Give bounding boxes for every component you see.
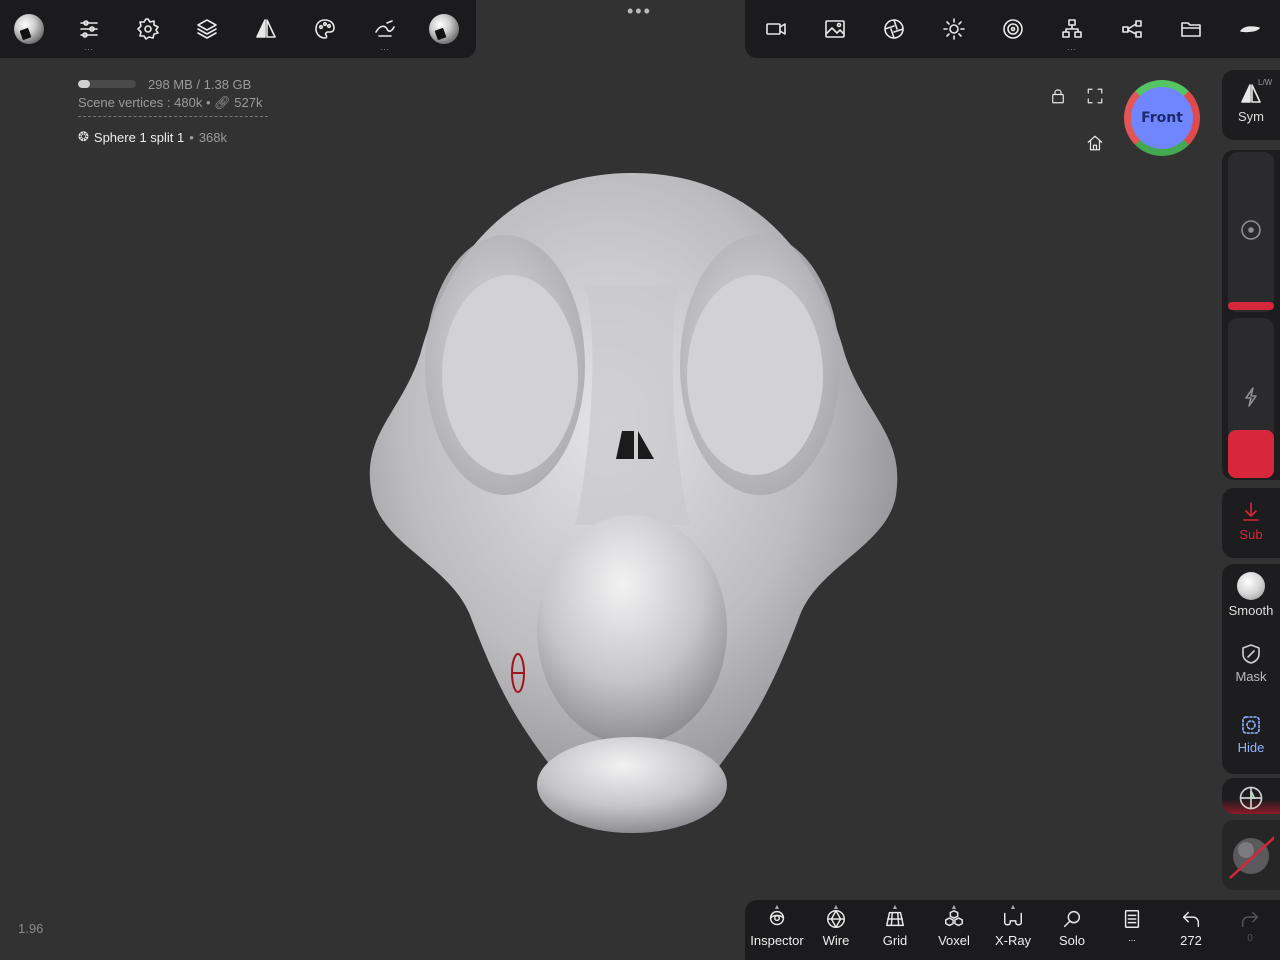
fullscreen-icon[interactable] <box>1083 84 1107 108</box>
sym-label: Sym <box>1238 109 1264 124</box>
top-right-toolbar: ... <box>745 0 1280 58</box>
more-indicator: ... <box>380 43 390 52</box>
xray-button[interactable]: ▲ X-Ray <box>983 904 1043 948</box>
xray-label: X-Ray <box>994 933 1032 948</box>
stroke-icon[interactable]: ... <box>366 10 404 52</box>
light-icon[interactable] <box>935 10 973 48</box>
background-image-icon[interactable] <box>816 10 854 48</box>
caret-up-icon: ▲ <box>832 904 840 911</box>
lock-icon[interactable] <box>1046 84 1070 108</box>
grid-button[interactable]: ▲ Grid <box>865 904 925 948</box>
redo-button[interactable]: 0 <box>1220 908 1280 944</box>
scene-vertices: Scene vertices : 480k • 🔗︎ 527k <box>78 95 263 110</box>
gizmo-face-label[interactable]: Front <box>1131 87 1193 149</box>
more-menu-dots[interactable]: ••• <box>627 2 652 20</box>
bottom-toolbar: ▲ Inspector ▲ Wire ▲ Grid ▲ Voxel ▲ X-Ra… <box>745 900 1280 960</box>
smooth-label: Smooth <box>1228 603 1274 618</box>
wire-button[interactable]: ▲ Wire <box>806 904 866 948</box>
caret-up-icon: ▲ <box>1009 904 1017 911</box>
sculpt-model[interactable] <box>360 165 905 840</box>
camera-icon[interactable] <box>757 10 795 48</box>
solo-label: Solo <box>1058 933 1086 948</box>
material-preview-icon[interactable] <box>1228 830 1279 880</box>
sub-label: Sub <box>1239 527 1263 542</box>
caret-up-icon: ▲ <box>773 904 781 911</box>
more-indicator: ... <box>1067 43 1077 52</box>
mask-label: Mask <box>1235 669 1267 684</box>
matcap-icon[interactable] <box>994 10 1032 48</box>
intensity-icon <box>1239 385 1263 409</box>
tool-settings-icon[interactable]: ... <box>70 10 108 52</box>
radius-slider-handle[interactable] <box>1228 302 1274 310</box>
memory-usage-bar <box>78 80 136 88</box>
sub-button[interactable]: Sub <box>1222 500 1280 542</box>
undo-button[interactable]: 272 <box>1161 908 1221 948</box>
more-label: ... <box>1128 933 1136 943</box>
app-menu-icon[interactable] <box>1231 10 1269 48</box>
hide-button[interactable]: Hide <box>1222 713 1280 755</box>
active-object[interactable]: ❂ Sphere 1 split 1 • 368k <box>78 129 268 145</box>
right-sidebar: Sym L/W Sub Smooth Mask Hide <box>1222 70 1280 900</box>
render-shading-icon[interactable] <box>875 10 913 48</box>
layers-icon[interactable] <box>188 10 226 48</box>
mask-button[interactable]: Mask <box>1222 642 1280 684</box>
view-gizmo[interactable]: Front <box>1124 80 1200 156</box>
object-name: Sphere 1 split 1 <box>93 129 185 145</box>
divider <box>78 116 268 117</box>
files-icon[interactable] <box>1172 10 1210 48</box>
home-icon[interactable] <box>1083 131 1107 155</box>
top-left-toolbar: ... ... <box>0 0 476 58</box>
sym-button[interactable]: Sym <box>1222 82 1280 124</box>
hide-label: Hide <box>1237 740 1265 755</box>
inspector-button[interactable]: ▲ Inspector <box>747 904 807 948</box>
smooth-button[interactable]: Smooth <box>1222 572 1280 618</box>
sym-hint: L/W <box>1258 78 1273 87</box>
palette-icon[interactable] <box>306 10 344 48</box>
settings-gear-icon[interactable] <box>129 10 167 48</box>
scene-tree-icon[interactable]: ... <box>1053 10 1091 52</box>
caret-up-icon: ▲ <box>950 904 958 911</box>
share-icon[interactable] <box>1113 10 1151 48</box>
scene-info: 298 MB / 1.38 GB Scene vertices : 480k •… <box>78 76 268 145</box>
intensity-slider-fill[interactable] <box>1228 430 1274 478</box>
symmetry-icon[interactable] <box>247 10 285 48</box>
grid-label: Grid <box>882 933 908 948</box>
zoom-readout: 1.96 <box>18 921 44 936</box>
link-icon: 🔗︎ <box>214 95 231 110</box>
wire-label: Wire <box>822 933 850 948</box>
object-icon: ❂ <box>78 129 89 144</box>
voxel-button[interactable]: ▲ Voxel <box>924 904 984 948</box>
object-vertex-count: 368k <box>198 129 228 145</box>
material-sphere-icon[interactable] <box>425 10 463 48</box>
smooth-brush-icon <box>1237 572 1265 600</box>
more-indicator: ... <box>84 43 94 52</box>
undo-count: 272 <box>1180 933 1202 948</box>
gizmo-tool-icon[interactable] <box>1237 784 1265 812</box>
voxel-label: Voxel <box>938 933 970 948</box>
inspector-label: Inspector <box>750 933 804 948</box>
radius-icon <box>1239 218 1263 242</box>
redo-count: 0 <box>1247 933 1253 944</box>
solo-button[interactable]: Solo <box>1042 908 1102 948</box>
more-button[interactable]: ... <box>1102 908 1162 943</box>
memory-usage-text: 298 MB / 1.38 GB <box>148 76 252 92</box>
project-sphere-icon[interactable] <box>10 10 48 48</box>
caret-up-icon: ▲ <box>891 904 899 911</box>
